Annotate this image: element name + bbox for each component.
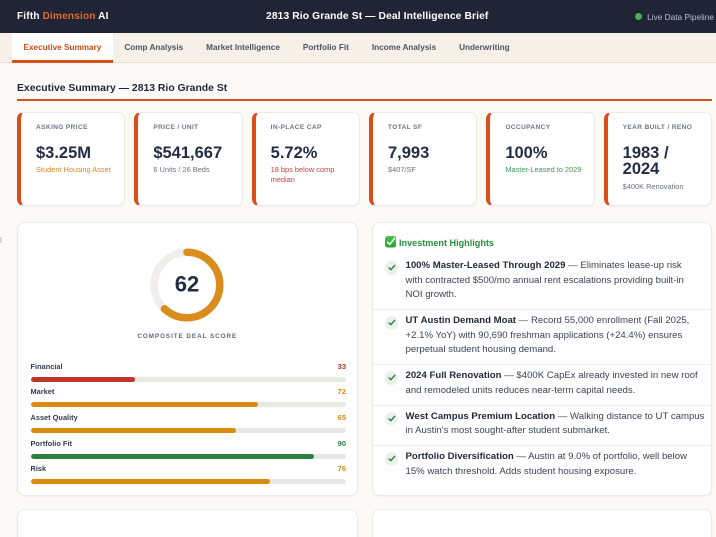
- svg-text:62: 62: [175, 271, 199, 296]
